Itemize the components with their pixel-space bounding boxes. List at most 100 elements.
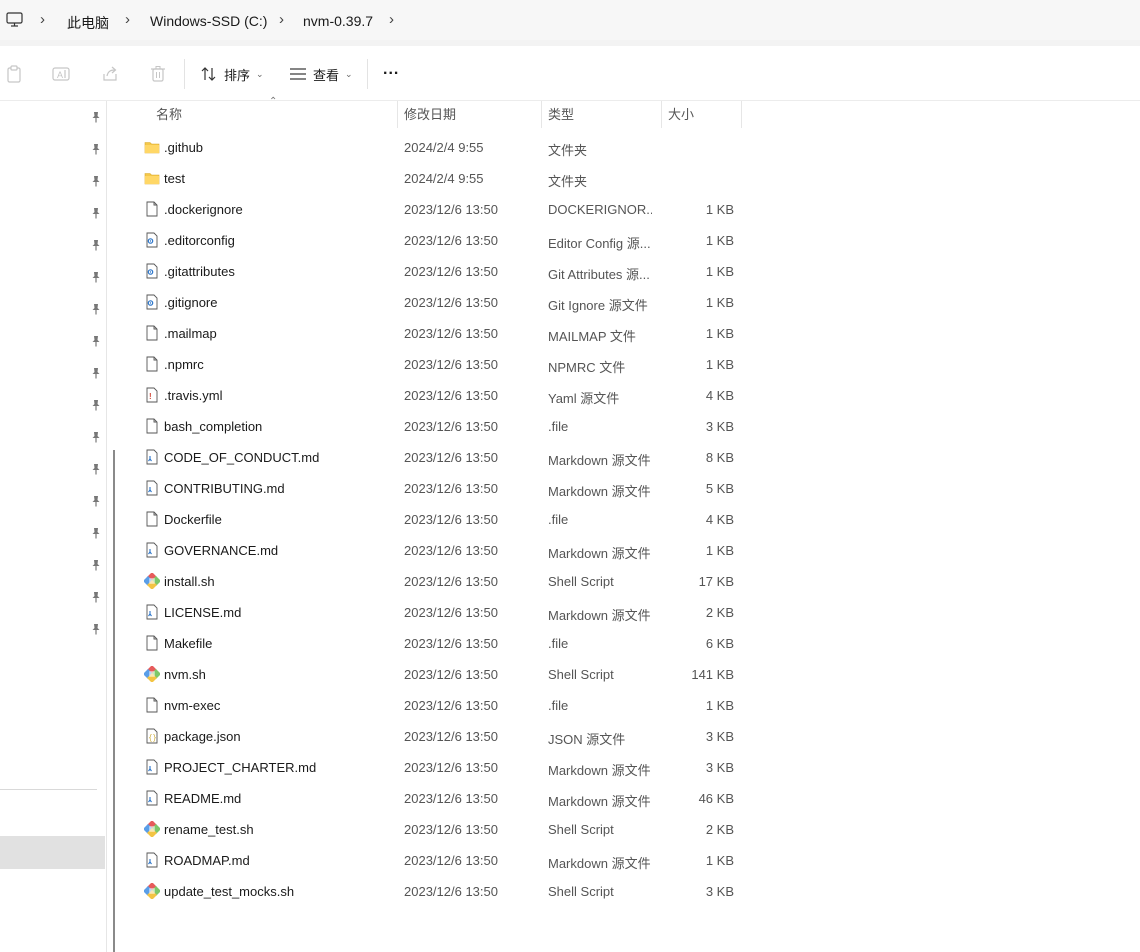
file-type: .file — [548, 512, 569, 527]
file-row[interactable]: Dockerfile 2023/12/6 13:50 .file 4 KB — [121, 504, 741, 535]
address-bar-divider — [0, 40, 1140, 46]
file-size: 17 KB — [698, 574, 734, 589]
file-size: 1 KB — [705, 264, 734, 279]
column-divider[interactable] — [397, 101, 398, 128]
pin-icon[interactable] — [90, 559, 102, 571]
pin-icon[interactable] — [90, 303, 102, 315]
pin-icon[interactable] — [90, 207, 102, 219]
pin-icon[interactable] — [90, 591, 102, 603]
file-row[interactable]: nvm-exec 2023/12/6 13:50 .file 1 KB — [121, 690, 741, 721]
more-options-button[interactable]: ... — [383, 59, 399, 81]
file-row[interactable]: install.sh 2023/12/6 13:50 Shell Script 17 … — [121, 566, 741, 597]
file-row[interactable]: bash_completion 2023/12/6 13:50 .file 3 KB — [121, 411, 741, 442]
nav-item-selected[interactable] — [0, 836, 105, 869]
rename-icon[interactable]: A — [51, 64, 71, 84]
file-row[interactable]: ! .travis.yml 2023/12/6 13:50 Yaml 源文件 4 KB — [121, 380, 741, 411]
chevron-right-icon[interactable]: › — [279, 11, 284, 28]
file-name: .gitignore — [164, 295, 218, 310]
file-size: 1 KB — [705, 543, 734, 558]
file-type: Shell Script — [548, 884, 614, 899]
breadcrumb-nvm-folder[interactable]: nvm-0.39.7 — [303, 13, 373, 29]
file-row[interactable]: GOVERNANCE.md 2023/12/6 13:50 Markdown 源文件… — [121, 535, 741, 566]
file-modified-date: 2023/12/6 13:50 — [404, 419, 498, 434]
file-size: 3 KB — [705, 729, 734, 744]
file-name: update_test_mocks.sh — [164, 884, 295, 899]
pin-icon[interactable] — [90, 495, 102, 507]
file-row[interactable]: README.md 2023/12/6 13:50 Markdown 源文件 46 K… — [121, 783, 741, 814]
column-size[interactable]: 大小 — [668, 101, 694, 128]
pin-icon[interactable] — [90, 463, 102, 475]
file-size: 1 KB — [705, 698, 734, 713]
markdown-file-icon — [144, 604, 160, 620]
file-modified-date: 2023/12/6 13:50 — [404, 605, 498, 620]
column-name[interactable]: 名称 — [156, 101, 182, 128]
file-row[interactable]: CONTRIBUTING.md 2023/12/6 13:50 Markdown 源… — [121, 473, 741, 504]
view-button[interactable]: 查看 ⌄ — [289, 63, 353, 85]
file-row[interactable]: .editorconfig 2023/12/6 13:50 Editor Confi… — [121, 225, 741, 256]
file-row[interactable]: update_test_mocks.sh 2023/12/6 13:50 Shell… — [121, 876, 741, 907]
file-size: 1 KB — [705, 357, 734, 372]
folder-icon — [144, 170, 160, 186]
breadcrumb-drive-c[interactable]: Windows-SSD (C:) — [150, 13, 267, 29]
file-type: Yaml 源文件 — [548, 391, 620, 406]
file-modified-date: 2023/12/6 13:50 — [404, 822, 498, 837]
file-row[interactable]: CODE_OF_CONDUCT.md 2023/12/6 13:50 Markdow… — [121, 442, 741, 473]
file-modified-date: 2024/2/4 9:55 — [404, 140, 484, 155]
file-icon — [144, 356, 160, 372]
share-icon[interactable] — [100, 64, 120, 84]
file-row[interactable]: .dockerignore 2023/12/6 13:50 DOCKERIGNOR.… — [121, 194, 741, 225]
chevron-right-icon[interactable]: › — [40, 11, 45, 28]
file-row[interactable]: .mailmap 2023/12/6 13:50 MAILMAP 文件 1 KB — [121, 318, 741, 349]
chevron-right-icon[interactable]: › — [125, 11, 130, 28]
column-divider[interactable] — [741, 101, 742, 128]
file-row[interactable]: {} package.json 2023/12/6 13:50 JSON 源文件 3 K… — [121, 721, 741, 752]
pin-icon[interactable] — [90, 271, 102, 283]
file-row[interactable]: .gitignore 2023/12/6 13:50 Git Ignore 源文件 1… — [121, 287, 741, 318]
pin-icon[interactable] — [90, 335, 102, 347]
file-row[interactable]: rename_test.sh 2023/12/6 13:50 Shell Scrip… — [121, 814, 741, 845]
file-modified-date: 2023/12/6 13:50 — [404, 512, 498, 527]
this-pc-icon[interactable] — [6, 12, 23, 31]
column-divider[interactable] — [661, 101, 662, 128]
column-divider[interactable] — [541, 101, 542, 128]
file-row[interactable]: .npmrc 2023/12/6 13:50 NPMRC 文件 1 KB — [121, 349, 741, 380]
file-modified-date: 2024/2/4 9:55 — [404, 171, 484, 186]
file-name: package.json — [164, 729, 241, 744]
delete-icon[interactable] — [148, 64, 168, 84]
pin-icon[interactable] — [90, 399, 102, 411]
chevron-right-icon[interactable]: › — [389, 11, 394, 28]
pin-icon[interactable] — [90, 175, 102, 187]
pin-icon[interactable] — [90, 431, 102, 443]
file-row[interactable]: PROJECT_CHARTER.md 2023/12/6 13:50 Markdow… — [121, 752, 741, 783]
pane-splitter[interactable] — [106, 101, 107, 952]
file-row[interactable]: test 2024/2/4 9:55 文件夹 — [121, 163, 741, 194]
shell-script-icon — [143, 572, 161, 590]
chevron-down-icon: ⌄ — [256, 68, 264, 79]
file-type: .file — [548, 636, 569, 651]
paste-icon[interactable] — [4, 64, 24, 84]
file-row[interactable]: LICENSE.md 2023/12/6 13:50 Markdown 源文件 2 K… — [121, 597, 741, 628]
column-type[interactable]: 类型 — [548, 101, 574, 128]
pin-icon[interactable] — [90, 623, 102, 635]
toolbar-divider — [367, 59, 368, 89]
breadcrumb-this-pc[interactable]: 此电脑 — [67, 13, 109, 33]
pin-icon[interactable] — [90, 367, 102, 379]
file-size: 1 KB — [705, 853, 734, 868]
file-size: 4 KB — [705, 512, 734, 527]
navigation-scrollbar[interactable] — [113, 450, 115, 952]
file-row[interactable]: .github 2024/2/4 9:55 文件夹 — [121, 132, 741, 163]
pin-icon[interactable] — [90, 239, 102, 251]
file-modified-date: 2023/12/6 13:50 — [404, 760, 498, 775]
file-size: 1 KB — [705, 326, 734, 341]
column-modified[interactable]: 修改日期 — [404, 101, 456, 128]
pin-icon[interactable] — [90, 111, 102, 123]
file-row[interactable]: Makefile 2023/12/6 13:50 .file 6 KB — [121, 628, 741, 659]
sort-button[interactable]: 排序 ⌄ — [200, 63, 264, 85]
file-row[interactable]: nvm.sh 2023/12/6 13:50 Shell Script 141 KB — [121, 659, 741, 690]
file-modified-date: 2023/12/6 13:50 — [404, 884, 498, 899]
pin-icon[interactable] — [90, 143, 102, 155]
file-name: PROJECT_CHARTER.md — [164, 760, 317, 775]
file-row[interactable]: ROADMAP.md 2023/12/6 13:50 Markdown 源文件 1 K… — [121, 845, 741, 876]
file-row[interactable]: .gitattributes 2023/12/6 13:50 Git Attribu… — [121, 256, 741, 287]
pin-icon[interactable] — [90, 527, 102, 539]
